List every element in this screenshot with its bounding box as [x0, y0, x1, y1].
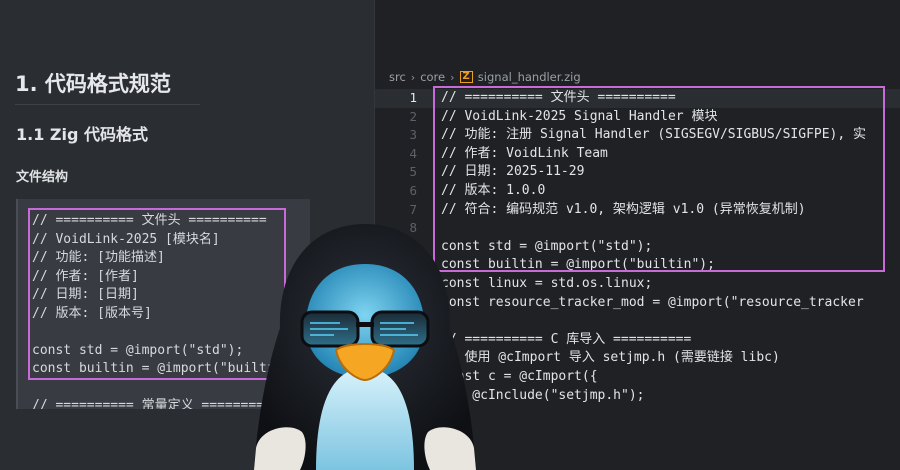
breadcrumb-item[interactable]: src [389, 70, 406, 84]
code-line[interactable]: 4 // 作者: VoidLink Team [375, 145, 900, 164]
code-line[interactable]: 5 // 日期: 2025-11-29 [375, 163, 900, 182]
line-number: 5 [409, 164, 417, 180]
doc-code-line: // 功能: [功能描述] [32, 250, 165, 265]
code-line[interactable]: 3 // 功能: 注册 Signal Handler (SIGSEGV/SIGBU… [375, 126, 900, 145]
line-number: 2 [409, 108, 417, 124]
code-text: // VoidLink-2025 Signal Handler 模块 [441, 108, 718, 124]
code-line[interactable]: 7 // 符合: 编码规范 v1.0, 架构逻辑 v1.0 (异常恢复机制) [375, 201, 900, 220]
chevron-right-icon: › [410, 70, 416, 84]
doc-heading-2: 1.1 Zig 代码格式 [16, 125, 149, 144]
code-line[interactable]: 2 // VoidLink-2025 Signal Handler 模块 [375, 108, 900, 127]
line-number: 6 [409, 183, 417, 198]
doc-code-line: // 日期: [日期] [32, 287, 139, 302]
doc-code-line: // ========== 文件头 ========== [32, 213, 267, 228]
line-number: 3 [409, 127, 417, 143]
line-number: 4 [409, 145, 417, 161]
code-text: // 功能: 注册 Signal Handler (SIGSEGV/SIGBUS… [441, 127, 867, 143]
doc-code-line: // ========== 常量定义 ========== [32, 398, 280, 409]
code-line[interactable]: 1 // ========== 文件头 ========== [375, 89, 900, 108]
breadcrumb-item[interactable]: core [420, 70, 445, 84]
chevron-right-icon: › [450, 70, 455, 84]
doc-code-line: // 版本: [版本号] [32, 305, 152, 321]
code-text: // 日期: 2025-11-29 [441, 164, 585, 180]
breadcrumb: src › core › Z signal_handler.zig [389, 70, 581, 84]
code-line[interactable]: 6 // 版本: 1.0.0 [375, 182, 900, 201]
code-text: // 使用 @cImport 导入 setjmp.h (需要链接 libc) [441, 350, 780, 366]
code-text: // ========== 文件头 ========== [441, 90, 676, 105]
line-number: 1 [409, 90, 417, 105]
doc-code-line: const std = @import("std"); [32, 342, 244, 358]
penguin-hacker-mascot [254, 224, 476, 470]
breadcrumb-item[interactable]: signal_handler.zig [478, 70, 581, 84]
code-text: // 版本: 1.0.0 [441, 183, 546, 198]
code-text: // 符合: 编码规范 v1.0, 架构逻辑 v1.0 (异常恢复机制) [441, 201, 806, 217]
doc-heading-3: 文件结构 [16, 170, 69, 185]
code-text: // 作者: VoidLink Team [441, 145, 608, 161]
doc-code-line: // 作者: [作者] [32, 268, 139, 284]
line-number: 7 [409, 201, 417, 217]
code-text: const resource_tracker_mod = @import("re… [441, 294, 864, 310]
code-text: const builtin = @import("builtin"); [441, 257, 715, 273]
doc-heading-1: 1. 代码格式规范 [15, 64, 200, 105]
zig-file-icon: Z [459, 71, 473, 83]
doc-code-line: // VoidLink-2025 [模块名] [32, 231, 220, 247]
